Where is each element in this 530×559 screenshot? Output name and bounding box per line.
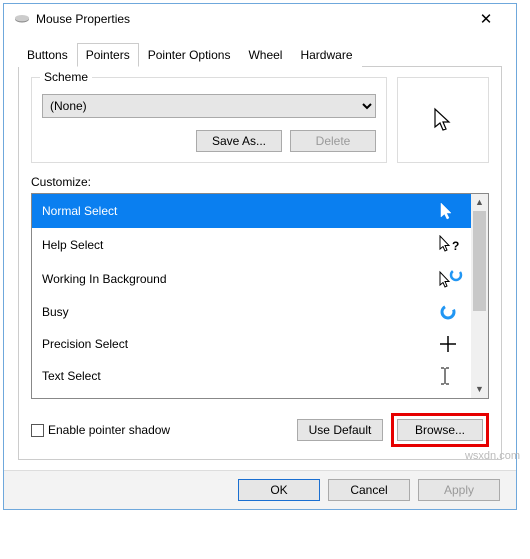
browse-highlight: Browse... <box>391 413 489 447</box>
shadow-label: Enable pointer shadow <box>48 423 170 437</box>
scroll-thumb[interactable] <box>473 211 486 311</box>
list-item-normal-select[interactable]: Normal Select <box>32 194 471 228</box>
ibeam-icon <box>439 367 461 385</box>
tab-pointers[interactable]: Pointers <box>77 43 139 67</box>
item-label: Working In Background <box>42 272 167 286</box>
mouse-icon <box>14 14 30 24</box>
arrow-help-icon: ? <box>439 235 461 255</box>
item-label: Text Select <box>42 369 101 383</box>
titlebar: Mouse Properties ✕ <box>4 4 516 34</box>
scheme-legend: Scheme <box>40 70 92 84</box>
watermark: wsxdn.com <box>465 450 520 462</box>
cursor-list: Normal Select Help Select ? Working In B… <box>31 193 489 399</box>
cross-icon <box>439 335 461 353</box>
delete-button: Delete <box>290 130 376 152</box>
use-default-button[interactable]: Use Default <box>297 419 383 441</box>
tab-hardware[interactable]: Hardware <box>291 43 361 67</box>
window-title: Mouse Properties <box>36 12 466 26</box>
busy-icon <box>439 303 461 321</box>
browse-button[interactable]: Browse... <box>397 419 483 441</box>
apply-button: Apply <box>418 479 500 501</box>
save-as-button[interactable]: Save As... <box>196 130 282 152</box>
checkbox-icon[interactable] <box>31 424 44 437</box>
scroll-up-icon[interactable]: ▲ <box>471 194 488 211</box>
list-item-help-select[interactable]: Help Select ? <box>32 228 471 262</box>
item-label: Help Select <box>42 238 103 252</box>
item-label: Precision Select <box>42 337 128 351</box>
item-label: Normal Select <box>42 204 117 218</box>
tab-strip: Buttons Pointers Pointer Options Wheel H… <box>4 42 516 66</box>
customize-label: Customize: <box>31 175 489 189</box>
dialog-buttons: OK Cancel Apply <box>4 470 516 509</box>
tab-buttons[interactable]: Buttons <box>18 43 77 67</box>
enable-shadow-checkbox[interactable]: Enable pointer shadow <box>31 423 170 437</box>
scroll-down-icon[interactable]: ▼ <box>471 381 488 398</box>
cancel-button[interactable]: Cancel <box>328 479 410 501</box>
pointers-panel: Scheme (None) Save As... Delete Customiz… <box>18 66 502 460</box>
close-button[interactable]: ✕ <box>466 10 506 28</box>
scheme-dropdown[interactable]: (None) <box>42 94 376 118</box>
scheme-group: Scheme (None) Save As... Delete <box>31 77 387 163</box>
svg-text:?: ? <box>452 239 459 253</box>
mouse-properties-dialog: Mouse Properties ✕ Buttons Pointers Poin… <box>3 3 517 510</box>
list-item-precision[interactable]: Precision Select <box>32 328 471 360</box>
tab-pointer-options[interactable]: Pointer Options <box>139 43 240 67</box>
scroll-track[interactable] <box>471 311 488 381</box>
cursor-preview <box>397 77 489 163</box>
item-label: Busy <box>42 305 69 319</box>
arrow-icon <box>439 201 461 221</box>
list-item-busy[interactable]: Busy <box>32 296 471 328</box>
tab-wheel[interactable]: Wheel <box>239 43 291 67</box>
arrow-busy-icon <box>439 269 461 289</box>
list-item-text-select[interactable]: Text Select <box>32 360 471 392</box>
ok-button[interactable]: OK <box>238 479 320 501</box>
scrollbar[interactable]: ▲ ▼ <box>471 194 488 398</box>
list-item-working-bg[interactable]: Working In Background <box>32 262 471 296</box>
